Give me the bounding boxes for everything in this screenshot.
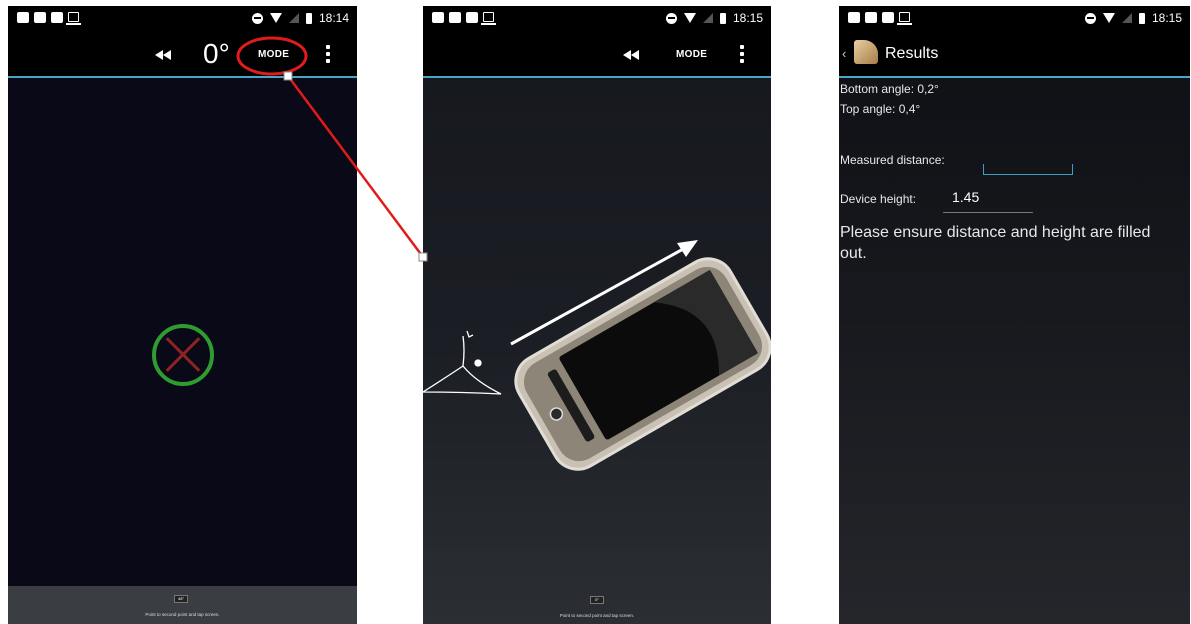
connector-handle-start	[283, 71, 293, 81]
annotation-connector	[286, 75, 425, 258]
connector-handle-end	[418, 252, 428, 262]
annotation-overlay	[236, 36, 428, 262]
mode-highlight-circle	[236, 36, 308, 76]
